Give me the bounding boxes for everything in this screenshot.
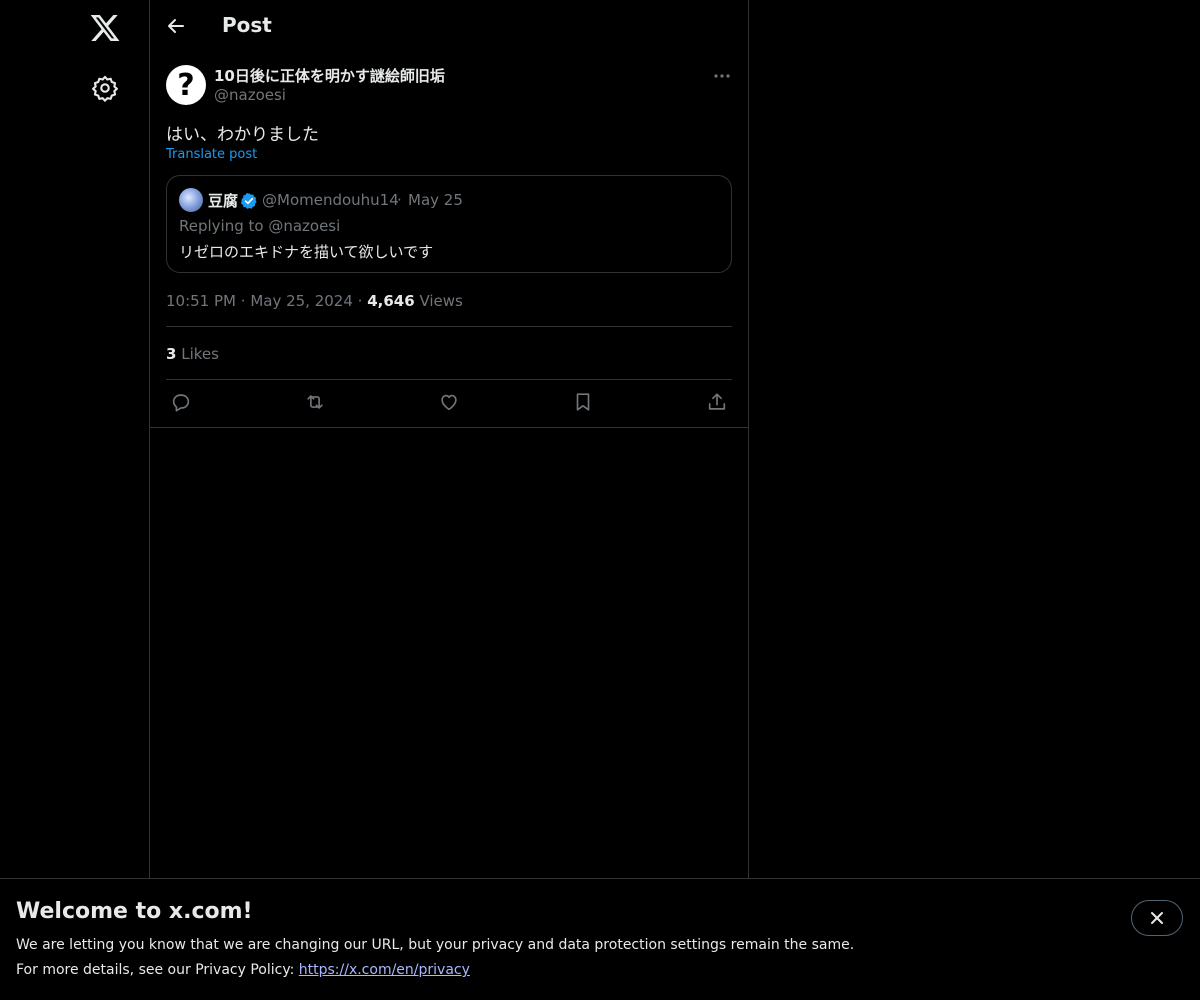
divider xyxy=(150,427,748,428)
author-handle[interactable]: @nazoesi xyxy=(214,86,286,104)
share-icon[interactable] xyxy=(706,391,728,413)
post-text: はい、わかりました xyxy=(166,125,319,145)
banner-privacy-line: For more details, see our Privacy Policy… xyxy=(16,962,470,978)
page-header: Post xyxy=(150,0,748,54)
translate-post-link[interactable]: Translate post xyxy=(166,147,257,162)
views-count: 4,646 xyxy=(367,292,415,310)
post-date[interactable]: May 25, 2024 xyxy=(250,292,353,310)
divider xyxy=(166,326,732,327)
verified-badge-icon xyxy=(241,192,257,209)
quote-separator: · xyxy=(397,191,402,209)
quote-avatar xyxy=(179,188,203,212)
like-icon[interactable] xyxy=(438,391,460,413)
post-time[interactable]: 10:51 PM xyxy=(166,292,236,310)
quote-date: May 25 xyxy=(408,191,463,209)
more-options-icon[interactable] xyxy=(712,66,732,86)
likes-stat[interactable]: 3 Likes xyxy=(166,345,219,363)
bookmark-icon[interactable] xyxy=(572,391,594,413)
avatar[interactable]: ? xyxy=(166,65,206,105)
settings-gear-icon[interactable] xyxy=(91,74,119,102)
likes-count: 3 xyxy=(166,345,177,363)
quote-replying-to: Replying to @nazoesi xyxy=(179,217,341,235)
quote-author-handle: @Momendouhu14 xyxy=(262,191,399,209)
banner-message: We are letting you know that we are chan… xyxy=(16,937,855,953)
quoted-post[interactable]: 豆腐 @Momendouhu14 · May 25 Replying to @n… xyxy=(166,175,732,273)
main-column: Post ? 10日後に正体を明かす謎絵師旧垢 @nazoesi はい、わかりま… xyxy=(150,0,749,878)
page-title: Post xyxy=(222,13,272,37)
repost-icon[interactable] xyxy=(304,391,326,413)
quote-text: リゼロのエキドナを描いて欲しいです xyxy=(179,243,434,261)
quote-author-name: 豆腐 xyxy=(208,192,239,210)
banner-title: Welcome to x.com! xyxy=(16,899,253,924)
author-display-name[interactable]: 10日後に正体を明かす謎絵師旧垢 xyxy=(214,65,445,86)
close-banner-button[interactable] xyxy=(1131,900,1183,936)
meta-separator: · xyxy=(240,292,251,310)
reply-icon[interactable] xyxy=(170,391,192,413)
left-nav xyxy=(0,0,150,878)
likes-label: Likes xyxy=(181,345,219,363)
welcome-banner: Welcome to x.com! We are letting you kno… xyxy=(0,878,1200,1000)
action-bar xyxy=(166,380,732,426)
post-metadata: 10:51 PM · May 25, 2024 · 4,646 Views xyxy=(166,292,463,310)
meta-separator: · xyxy=(357,292,368,310)
banner-privacy-prefix: For more details, see our Privacy Policy… xyxy=(16,962,295,978)
back-arrow-icon[interactable] xyxy=(164,14,188,38)
x-logo-icon[interactable] xyxy=(89,12,121,44)
privacy-policy-link[interactable]: https://x.com/en/privacy xyxy=(299,962,470,978)
views-label: Views xyxy=(419,292,463,310)
close-icon xyxy=(1151,912,1163,924)
